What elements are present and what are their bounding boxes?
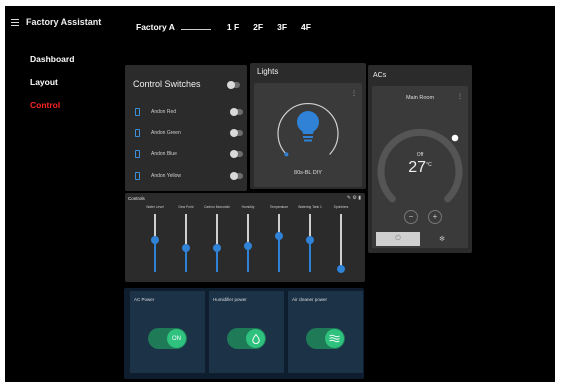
light-tile[interactable]: ⋮ 80s-BL DIY: [254, 83, 362, 187]
ac-power-card: AC Power ON: [130, 291, 205, 373]
droplet-icon: [251, 333, 260, 344]
master-switch-toggle[interactable]: [227, 81, 240, 89]
slider-track[interactable]: [340, 214, 342, 272]
delete-icon[interactable]: ▮: [358, 195, 361, 201]
floor-tab-3[interactable]: 3F: [277, 22, 287, 32]
temp-increase-button[interactable]: +: [428, 210, 442, 224]
power-icon: ⏻: [395, 235, 401, 242]
slider-label: Sprinklers: [333, 205, 349, 209]
switch-toggle-andon-yellow[interactable]: [230, 172, 243, 180]
power-mode-tab[interactable]: ⏻: [376, 232, 420, 246]
switch-toggle-andon-blue[interactable]: [230, 150, 243, 158]
slider-thumb[interactable]: [306, 236, 314, 245]
header: Factory A 1 F 2F 3F 4F: [136, 22, 325, 32]
factory-name: Factory A: [136, 22, 175, 32]
slider-dew-point[interactable]: Dew Point: [172, 205, 200, 280]
acs-card: ACs Main Room ⋮ Off 27°C − + ⏻ ✻: [368, 65, 472, 253]
acs-title: ACs: [373, 72, 387, 79]
air-cleaner-power-card: Air cleaner power: [288, 291, 363, 373]
lights-card: Lights ⋮ 80s-BL DIY: [250, 63, 366, 189]
ac-status: Off: [416, 152, 424, 158]
switch-label: Andon Blue: [151, 151, 177, 157]
slider-thumb[interactable]: [275, 232, 283, 241]
phone-icon: [135, 108, 140, 116]
switch-toggle-andon-red[interactable]: [230, 108, 243, 116]
cool-mode-tab[interactable]: ✻: [420, 232, 464, 246]
settings-icon[interactable]: ⚙: [352, 195, 356, 201]
ac-tile: Main Room ⋮ Off 27°C − + ⏻ ✻: [372, 86, 468, 248]
temperature-dial[interactable]: [372, 86, 468, 206]
humidifier-power-card: Humidifier power: [209, 291, 284, 373]
floor-tab-1[interactable]: 1 F: [227, 22, 239, 32]
humidifier-power-toggle[interactable]: [227, 328, 266, 349]
light-device-name: 80s-BL DIY: [294, 170, 322, 176]
sidebar: Factory Assistant Dashboard Layout Contr…: [5, 6, 123, 382]
humidifier-power-label: Humidifier power: [213, 297, 247, 302]
phone-icon: [135, 172, 140, 180]
slider-thumb[interactable]: [151, 236, 159, 245]
air-waves-icon: [329, 334, 340, 343]
controls-title: Controls: [128, 196, 145, 201]
hamburger-menu-icon[interactable]: [11, 18, 19, 26]
switch-label: Andon Green: [151, 130, 181, 136]
ac-power-label: AC Power: [134, 297, 155, 302]
phone-icon: [135, 129, 140, 137]
switch-toggle-andon-green[interactable]: [230, 129, 243, 137]
slider-fill: [309, 240, 311, 272]
slider-fill: [154, 240, 156, 272]
app-title: Factory Assistant: [26, 17, 102, 27]
switch-row-andon-yellow: Andon Yellow: [135, 169, 243, 183]
brand: Factory Assistant: [11, 17, 101, 27]
sidebar-item-layout[interactable]: Layout: [30, 77, 74, 87]
slider-water-level[interactable]: Water Level: [141, 205, 169, 280]
switch-row-andon-red: Andon Red: [135, 105, 243, 119]
slider-watering-tank-1[interactable]: Watering Tank 1: [296, 205, 324, 280]
slider-temperature[interactable]: Temperature: [265, 205, 293, 280]
slider-thumb[interactable]: [337, 265, 345, 274]
temp-decrease-button[interactable]: −: [404, 210, 418, 224]
app-window: Factory Assistant Dashboard Layout Contr…: [5, 6, 555, 382]
switch-label: Andon Red: [151, 109, 177, 115]
lights-title: Lights: [257, 67, 279, 76]
slider-thumb[interactable]: [182, 243, 190, 252]
snowflake-icon: ✻: [439, 236, 445, 243]
floor-tab-4[interactable]: 4F: [301, 22, 311, 32]
ac-power-toggle[interactable]: ON: [148, 328, 187, 349]
controls-toolbar: ✎ ⚙ ▮: [347, 195, 361, 201]
slider-thumb[interactable]: [244, 241, 252, 250]
sidebar-nav: Dashboard Layout Control: [30, 54, 74, 110]
phone-icon: [135, 150, 140, 158]
slider-carbon-monoxide[interactable]: Carbon Monoxide: [203, 205, 231, 280]
factory-select[interactable]: Factory A: [136, 22, 227, 32]
control-switches-title: Control Switches: [133, 79, 201, 89]
sidebar-item-dashboard[interactable]: Dashboard: [30, 54, 74, 64]
switch-label: Andon Yellow: [151, 173, 182, 179]
air-cleaner-power-toggle[interactable]: [306, 328, 345, 349]
slider-fill: [278, 236, 280, 272]
slider-sprinklers[interactable]: Sprinklers: [327, 205, 355, 280]
power-panel: AC Power ON Humidifier power Air cleaner…: [124, 288, 364, 379]
light-dial[interactable]: [254, 83, 362, 167]
floor-tab-2[interactable]: 2F: [253, 22, 263, 32]
switch-row-andon-green: Andon Green: [135, 126, 243, 140]
control-switches-card: Control Switches Andon Red Andon Green A…: [125, 65, 247, 191]
sidebar-item-control[interactable]: Control: [30, 100, 74, 110]
edit-icon[interactable]: ✎: [347, 195, 351, 201]
lightbulb-icon: [297, 111, 319, 142]
slider-humidity[interactable]: Humidity: [234, 205, 262, 280]
slider-thumb[interactable]: [213, 243, 221, 252]
controls-card: Controls ✎ ⚙ ▮ Water Level Dew Point Carbo…: [125, 193, 365, 282]
air-cleaner-power-label: Air cleaner power: [292, 297, 328, 302]
ac-mode-tabs: ⏻ ✻: [376, 232, 464, 246]
ac-temperature: 27°C: [408, 159, 432, 176]
switch-row-andon-blue: Andon Blue: [135, 147, 243, 161]
ac-power-knob: ON: [167, 329, 186, 348]
